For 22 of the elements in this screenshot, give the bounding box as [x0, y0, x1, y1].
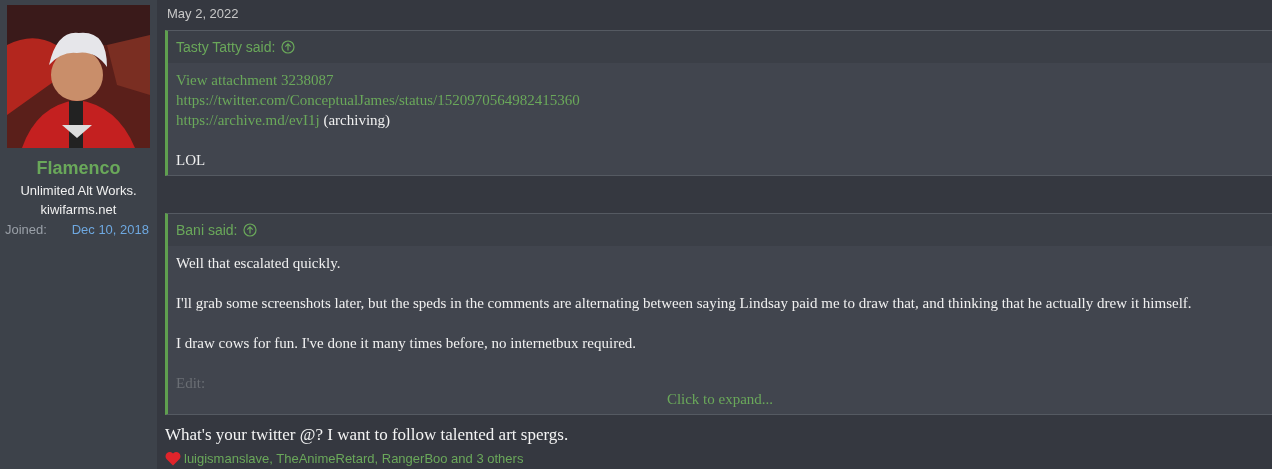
quote-author[interactable]: Bani said:	[176, 222, 238, 238]
quote-text: Well that escalated quickly.	[176, 255, 341, 271]
quote-link[interactable]: https://twitter.com/ConceptualJames/status/1520970564982415360	[176, 92, 580, 108]
heart-icon[interactable]	[165, 451, 181, 466]
quote-text: LOL	[176, 152, 206, 168]
jump-up-icon[interactable]	[243, 223, 258, 237]
post-text: What's your twitter @? I want to follow talented art spergs.	[165, 425, 570, 445]
user-title: Unlimited Alt Works.	[20, 183, 137, 198]
expand-link[interactable]: Click to expand...	[666, 389, 774, 409]
username[interactable]: Flamenco	[36, 158, 121, 179]
quote-text: (archiving)	[322, 112, 391, 128]
quote-text: I'll grab some screenshots later, but the speds in the comments are alternating between saying Lindsay paid me to draw that, and thinking that he actually drew it himself.	[176, 295, 1192, 311]
joined-date: Dec 10, 2018	[71, 222, 149, 237]
quote-link[interactable]: https://archive.md/evI1j	[176, 112, 320, 128]
user-site: kiwifarms.net	[40, 202, 117, 217]
reaction-list[interactable]: luigismanslave, TheAnimeRetard, RangerBoo and 3 others	[184, 451, 524, 466]
jump-up-icon[interactable]	[281, 40, 296, 54]
quote-text: I draw cows for fun. I've done it many times before, no internetbux required.	[176, 335, 637, 351]
post-date[interactable]: May 2, 2022	[165, 6, 1272, 30]
quote-author[interactable]: Tasty Tatty said:	[176, 39, 276, 55]
joined-label: Joined:	[5, 222, 47, 237]
quote-link[interactable]: View attachment 3238087	[176, 72, 334, 88]
